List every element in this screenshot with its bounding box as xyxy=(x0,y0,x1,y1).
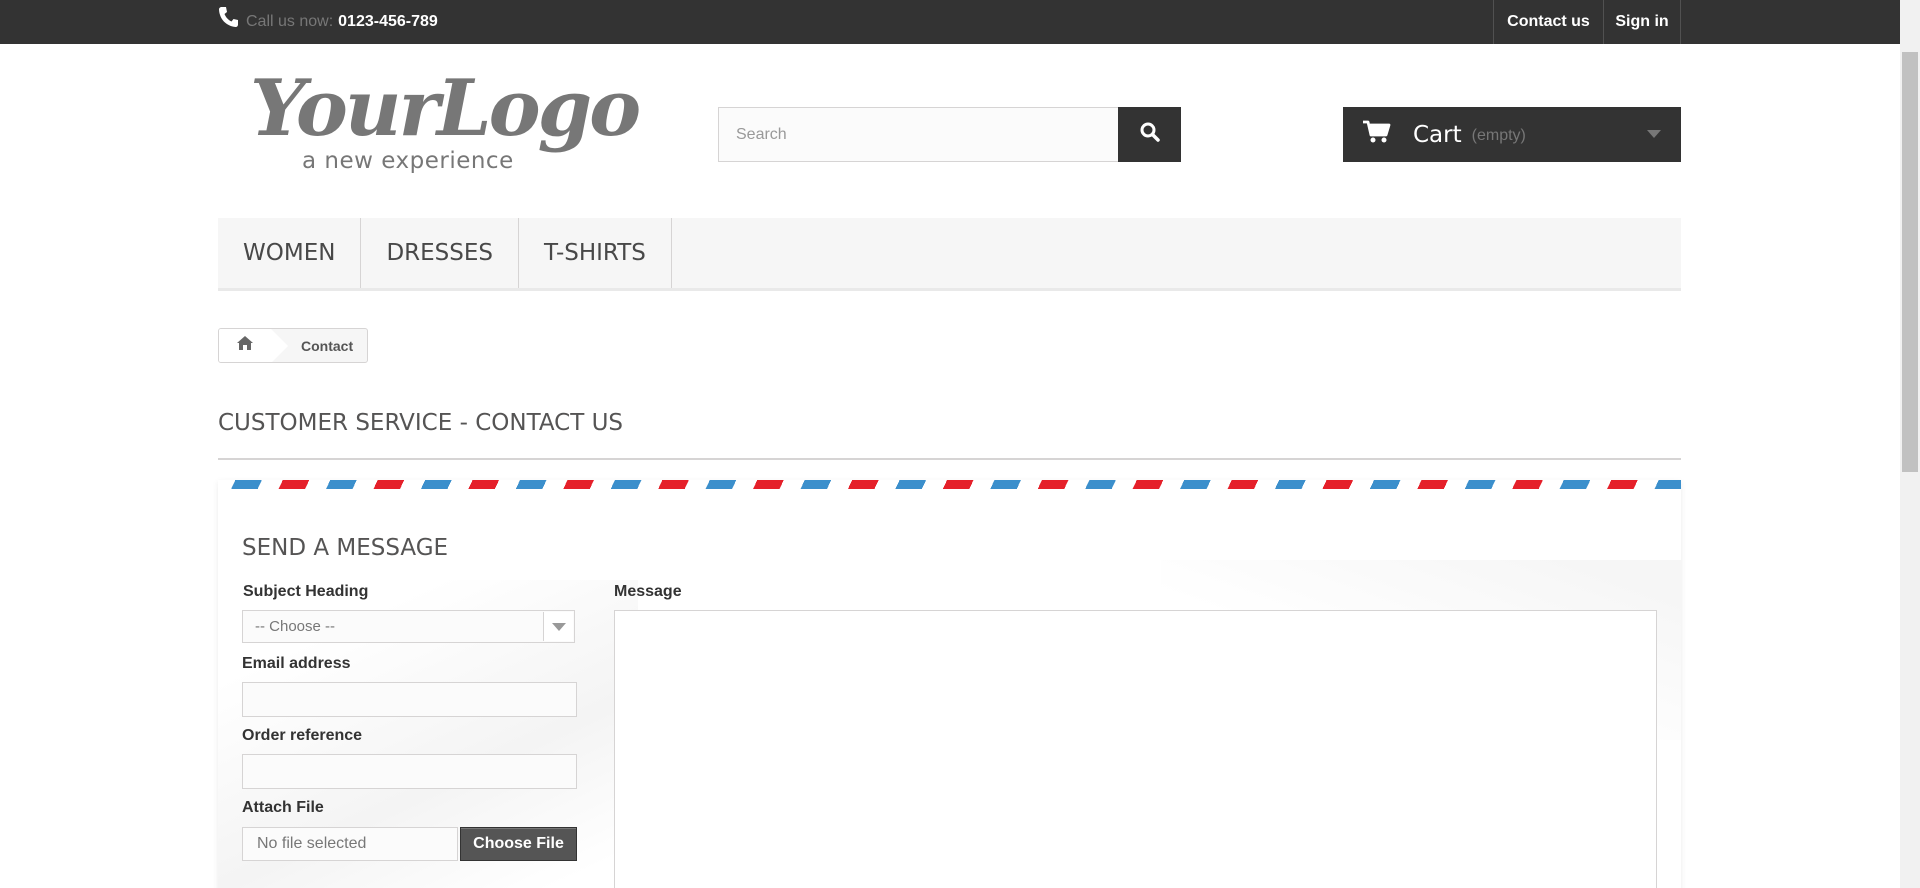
menu-item-women[interactable]: WOMEN xyxy=(218,218,362,288)
search-button[interactable] xyxy=(1118,107,1181,162)
phone-number: 0123-456-789 xyxy=(338,13,438,30)
select-arrow xyxy=(543,612,573,641)
airmail-stripes xyxy=(218,480,1681,489)
subject-value: -- Choose -- xyxy=(255,618,336,635)
contact-form: SEND A MESSAGE Subject Heading -- Choose… xyxy=(218,480,1681,888)
cart-button[interactable]: Cart (empty) xyxy=(1343,107,1681,162)
search-input[interactable] xyxy=(719,108,1118,161)
email-field[interactable] xyxy=(242,682,577,717)
call-label: Call us now: xyxy=(246,13,334,30)
chevron-down-icon xyxy=(1647,130,1661,138)
menu-item-tshirts[interactable]: T-SHIRTS xyxy=(519,218,672,288)
breadcrumb: Contact xyxy=(218,328,369,363)
choose-file-button[interactable]: Choose File xyxy=(460,827,577,861)
top-bar: Call us now: 0123-456-789 Contact us Sig… xyxy=(0,0,1900,44)
page-scrollbar[interactable] xyxy=(1900,0,1920,888)
phone-icon xyxy=(218,6,246,33)
home-icon xyxy=(236,335,254,356)
message-label: Message xyxy=(614,583,682,600)
breadcrumb-home[interactable] xyxy=(219,329,288,362)
search-box xyxy=(718,107,1181,162)
cart-icon xyxy=(1363,120,1391,149)
cart-label: Cart xyxy=(1413,121,1462,148)
menu-item-dresses[interactable]: DRESSES xyxy=(361,218,519,288)
order-reference-label: Order reference xyxy=(242,727,363,744)
sign-in-link[interactable]: Sign in xyxy=(1603,0,1681,44)
scrollbar-thumb[interactable] xyxy=(1902,52,1918,472)
search-icon xyxy=(1140,122,1160,147)
file-status: No file selected xyxy=(242,827,458,861)
subject-select[interactable]: -- Choose -- xyxy=(242,610,575,643)
logo-tagline: a new experience xyxy=(302,148,514,174)
attach-file-label: Attach File xyxy=(242,799,324,816)
chevron-down-icon xyxy=(551,622,566,631)
contact-us-link[interactable]: Contact us xyxy=(1493,0,1603,44)
message-textarea[interactable] xyxy=(614,610,1657,888)
subject-label: Subject Heading xyxy=(243,583,369,600)
email-label: Email address xyxy=(242,655,351,672)
cart-status: (empty) xyxy=(1471,127,1526,144)
order-reference-field[interactable] xyxy=(242,754,577,789)
logo-wordmark: YourLogo xyxy=(250,63,641,154)
form-title: SEND A MESSAGE xyxy=(242,535,449,561)
call-us: Call us now: 0123-456-789 xyxy=(218,0,438,44)
store-logo[interactable]: YourLogo a new experience xyxy=(250,70,641,180)
page-title: CUSTOMER SERVICE - CONTACT US xyxy=(218,410,1681,460)
main-menu: WOMEN DRESSES T-SHIRTS xyxy=(218,218,1681,291)
